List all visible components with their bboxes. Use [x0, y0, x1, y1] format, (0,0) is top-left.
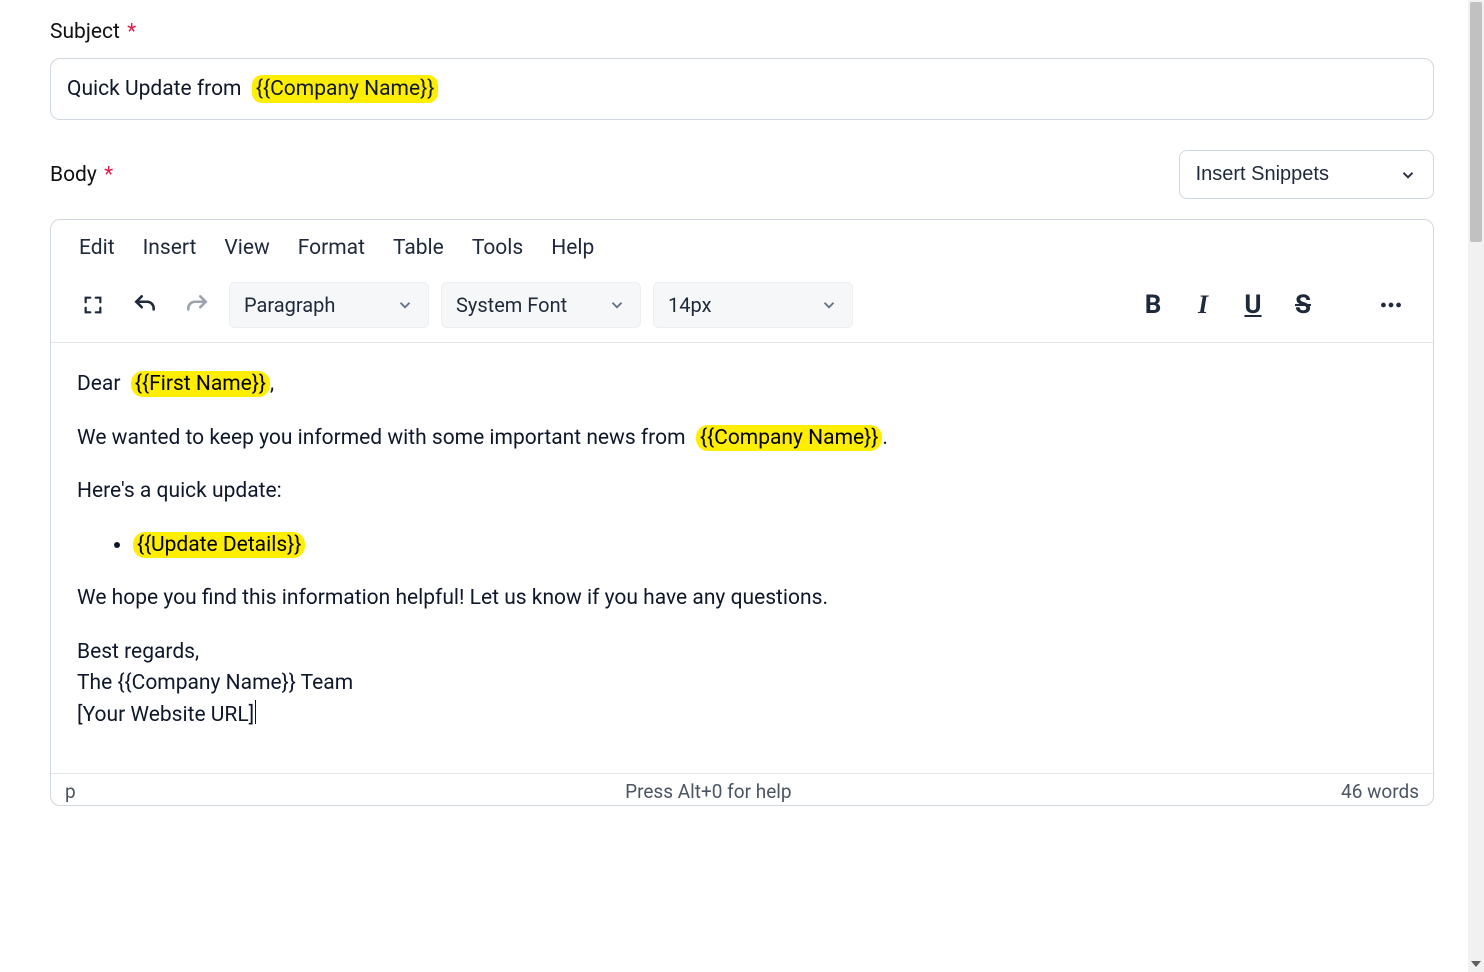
font-family-value: System Font: [456, 293, 567, 317]
undo-icon: [132, 292, 158, 318]
strikethrough-button[interactable]: S: [1287, 290, 1319, 320]
menu-help[interactable]: Help: [551, 236, 594, 260]
format-group: B I U S: [1137, 290, 1319, 320]
update-list: {{Update Details}}: [77, 530, 1407, 562]
greeting-line: Dear {{First Name}},: [77, 369, 1407, 401]
body-label: Body *: [50, 163, 113, 187]
chevron-down-icon: [1399, 166, 1417, 184]
insert-snippets-label: Insert Snippets: [1196, 163, 1329, 186]
editor-menubar: Edit Insert View Format Table Tools Help: [51, 220, 1433, 274]
required-asterisk: *: [127, 20, 136, 44]
sig-line-1: Best regards,: [77, 640, 199, 664]
sig-line-3: [Your Website URL]: [77, 703, 254, 727]
required-asterisk: *: [104, 163, 113, 187]
italic-button[interactable]: I: [1187, 290, 1219, 320]
company-name-variable: {{Company Name}}: [696, 425, 882, 451]
update-details-variable: {{Update Details}}: [133, 532, 305, 558]
font-size-value: 14px: [668, 293, 712, 317]
editor-content-area[interactable]: Dear {{First Name}}, We wanted to keep y…: [51, 343, 1433, 773]
menu-tools[interactable]: Tools: [472, 236, 523, 260]
subject-variable-highlight: {{Company Name}}: [252, 75, 438, 103]
menu-insert[interactable]: Insert: [143, 236, 197, 260]
menu-view[interactable]: View: [224, 236, 269, 260]
subject-text-prefix: Quick Update from: [67, 77, 241, 101]
triangle-down-icon: [1471, 959, 1481, 969]
bold-button[interactable]: B: [1137, 290, 1169, 320]
font-size-select[interactable]: 14px: [653, 282, 853, 328]
body-label-text: Body: [50, 163, 97, 187]
sig-line-2: The {{Company Name}} Team: [77, 671, 353, 695]
element-path[interactable]: p: [65, 780, 76, 803]
menu-edit[interactable]: Edit: [79, 236, 115, 260]
rich-text-editor: Edit Insert View Format Table Tools Help: [50, 219, 1434, 806]
list-item: {{Update Details}}: [133, 530, 1407, 562]
update-heading: Here's a quick update:: [77, 476, 1407, 508]
chevron-down-icon: [396, 296, 414, 314]
chevron-down-icon: [820, 296, 838, 314]
scroll-down-arrow[interactable]: [1468, 956, 1484, 972]
greeting-suffix: ,: [270, 372, 274, 396]
help-hint: Press Alt+0 for help: [76, 780, 1341, 803]
menu-table[interactable]: Table: [393, 236, 444, 260]
subject-label-text: Subject: [50, 20, 120, 44]
scrollbar-thumb[interactable]: [1470, 2, 1482, 242]
scrollbar[interactable]: [1468, 0, 1484, 972]
more-horizontal-icon: [1378, 292, 1404, 318]
text-caret: [255, 700, 256, 723]
redo-button[interactable]: [177, 285, 217, 325]
undo-button[interactable]: [125, 285, 165, 325]
signature-block: Best regards, The {{Company Name}} Team …: [77, 637, 1407, 732]
subject-input[interactable]: Quick Update from {{Company Name}}: [50, 58, 1434, 120]
word-count[interactable]: 46 words: [1341, 780, 1419, 803]
editor-toolbar: Paragraph System Font 14px B I U S: [51, 274, 1433, 343]
font-family-select[interactable]: System Font: [441, 282, 641, 328]
more-button[interactable]: [1371, 285, 1411, 325]
p1-prefix: We wanted to keep you informed with some…: [77, 426, 686, 450]
block-format-select[interactable]: Paragraph: [229, 282, 429, 328]
editor-statusbar: p Press Alt+0 for help 46 words: [51, 773, 1433, 805]
fullscreen-button[interactable]: [73, 285, 113, 325]
intro-paragraph: We wanted to keep you informed with some…: [77, 423, 1407, 455]
redo-icon: [184, 292, 210, 318]
underline-button[interactable]: U: [1237, 290, 1269, 320]
menu-format[interactable]: Format: [298, 236, 365, 260]
p1-suffix: .: [882, 426, 888, 450]
chevron-down-icon: [608, 296, 626, 314]
block-format-value: Paragraph: [244, 293, 335, 317]
insert-snippets-button[interactable]: Insert Snippets: [1179, 150, 1434, 199]
subject-label: Subject *: [50, 20, 1434, 44]
closing-paragraph: We hope you find this information helpfu…: [77, 583, 1407, 615]
greeting-prefix: Dear: [77, 372, 120, 396]
fullscreen-icon: [82, 294, 104, 316]
first-name-variable: {{First Name}}: [131, 371, 270, 397]
